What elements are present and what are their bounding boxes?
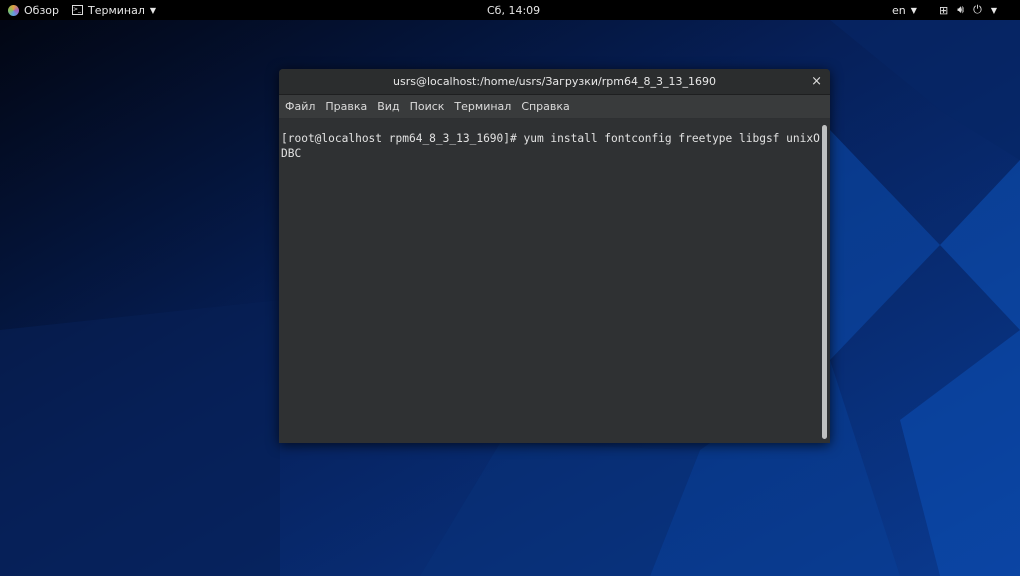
scrollbar[interactable] [822,125,827,439]
terminal-window: usrs@localhost:/home/usrs/Загрузки/rpm64… [279,69,830,443]
overview-label: Обзор [24,3,60,17]
menu-edit[interactable]: Правка [325,100,367,113]
chevron-down-icon: ▼ [910,5,917,15]
app-menu-label: Терминал [88,3,145,17]
chevron-down-icon: ▼ [149,5,157,15]
close-button[interactable]: × [811,74,822,89]
menu-file[interactable]: Файл [285,100,315,113]
menu-help[interactable]: Справка [521,100,569,113]
terminal-line: DBC [281,147,302,160]
terminal-line: [root@localhost rpm64_8_3_13_1690]# yum … [281,132,820,145]
menu-terminal[interactable]: Терминал [454,100,511,113]
activities-icon [8,4,19,16]
clock[interactable]: Сб, 14:09 [487,0,540,20]
window-titlebar[interactable]: usrs@localhost:/home/usrs/Загрузки/rpm64… [279,69,830,95]
overview-button[interactable]: Обзор [8,0,59,20]
terminal-output[interactable]: [root@localhost rpm64_8_3_13_1690]# yum … [279,119,830,443]
menu-view[interactable]: Вид [377,100,399,113]
menu-bar: Файл Правка Вид Поиск Терминал Справка [279,95,830,118]
menu-search[interactable]: Поиск [410,100,445,113]
chevron-down-icon: ▼ [990,5,998,15]
clock-label: Сб, 14:09 [487,3,541,17]
language-label: en [892,3,906,17]
terminal-icon: >_ [72,5,83,15]
language-menu[interactable]: en ▼ [892,0,917,20]
window-title: usrs@localhost:/home/usrs/Загрузки/rpm64… [393,75,716,88]
app-menu[interactable]: >_ Терминал ▼ [72,0,156,20]
power-icon: ⏻ [973,3,982,16]
volume-icon: 🔊︎ [957,3,965,16]
network-icon: ⊞ [939,3,949,17]
top-bar: Обзор >_ Терминал ▼ Сб, 14:09 en ▼ ⊞ 🔊︎ … [0,0,1020,20]
system-menu[interactable]: ⊞ 🔊︎ ⏻ ▼ [939,0,997,20]
